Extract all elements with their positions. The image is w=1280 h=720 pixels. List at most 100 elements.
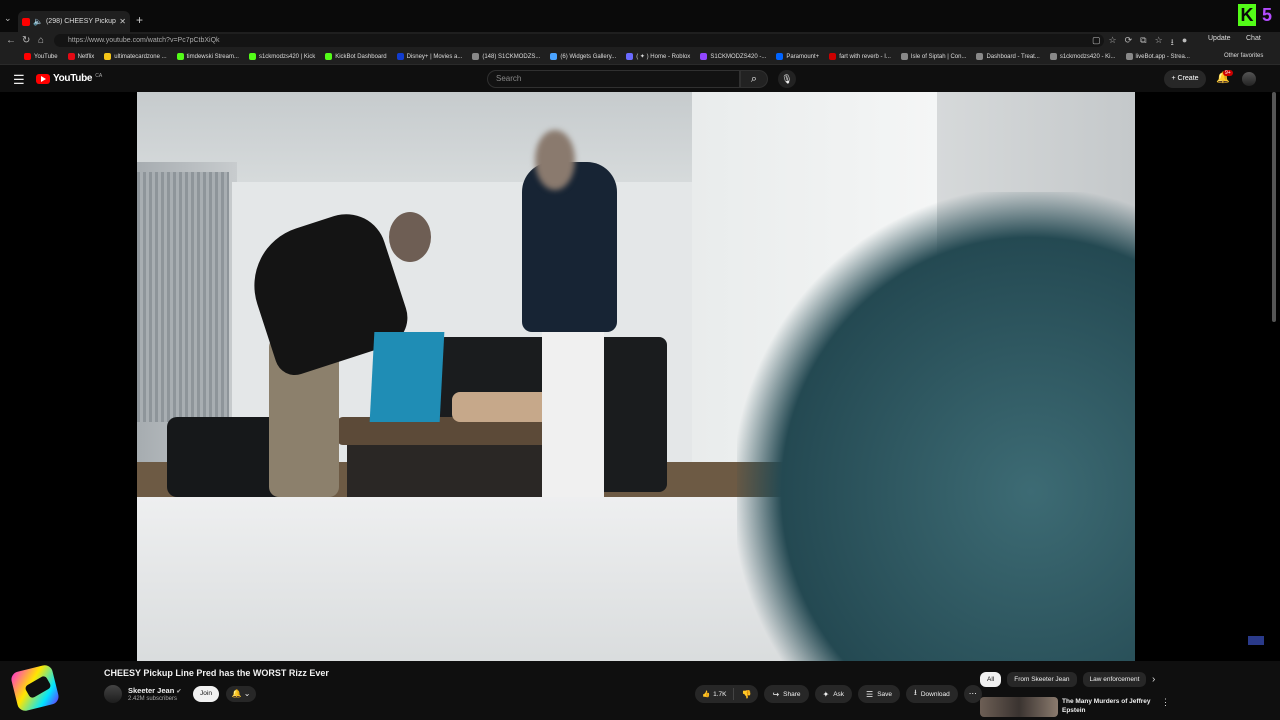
- bookmark-label: ( ✦ ) Home - Roblox: [636, 54, 691, 60]
- youtube-header: ☰ YouTube CA Search ⌕ 🎙 + Create 🔔 9+: [0, 66, 1280, 92]
- bookmark-item[interactable]: Isle of Siptah | Con...: [900, 53, 967, 60]
- player-letterbox-right: [1135, 92, 1280, 661]
- bookmark-favicon-icon: [550, 53, 558, 60]
- download-button[interactable]: ⭳ Download: [906, 685, 958, 703]
- bookmark-favicon-icon: [1049, 53, 1057, 60]
- bookmark-item[interactable]: YouTube: [24, 53, 58, 60]
- subscription-bell-button[interactable]: 🔔 ⌄: [226, 686, 256, 702]
- share-label: Share: [783, 690, 801, 698]
- bookmark-label: Netflix: [77, 53, 95, 60]
- bookmark-favicon-icon: [104, 53, 112, 60]
- create-button[interactable]: + Create: [1164, 70, 1206, 88]
- update-button[interactable]: Update: [1208, 35, 1231, 42]
- bookmark-favicon-icon: [700, 53, 708, 60]
- url-field[interactable]: https://www.youtube.com/watch?v=Pc7pCtbX…: [54, 34, 1104, 47]
- bookmark-favicon-icon: [472, 53, 480, 60]
- country-code: CA: [95, 72, 103, 79]
- scene-man-head: [389, 212, 431, 262]
- chevron-right-icon[interactable]: ›: [1152, 674, 1155, 685]
- refresh-icon[interactable]: ↻: [22, 35, 30, 46]
- player-letterbox-left: [0, 92, 137, 661]
- bookmark-item[interactable]: fart with reverb - I...: [829, 53, 891, 60]
- new-tab-icon[interactable]: +: [136, 13, 143, 27]
- bookmark-favicon-icon: [976, 53, 984, 60]
- verified-check-icon: ✔: [176, 689, 182, 695]
- badge-letter-5: 5: [1261, 5, 1272, 25]
- join-button[interactable]: Join: [193, 686, 219, 702]
- scene-woman-legs: [542, 302, 604, 507]
- bookmark-item[interactable]: (6) Widgets Gallery...: [550, 53, 616, 60]
- create-label: Create: [1177, 75, 1199, 82]
- bookmark-label: s1ckmodzs420 | Kick: [258, 53, 316, 60]
- tab-title: (298) CHEESY Pickup Line Pred: [45, 18, 116, 25]
- search-icon[interactable]: ⌕: [740, 70, 768, 88]
- recommended-video-title[interactable]: The Many Murders of Jeffrey Epstein: [1062, 697, 1158, 715]
- hamburger-menu-icon[interactable]: ☰: [13, 72, 25, 88]
- ask-label: Ask: [833, 690, 845, 698]
- video-player[interactable]: [137, 92, 1135, 661]
- like-dislike-group: 👍 1.7K 👎: [695, 685, 759, 703]
- bookmark-label: Paramount+: [786, 53, 820, 60]
- home-icon[interactable]: ⌂: [38, 35, 44, 46]
- bookmark-item[interactable]: timdewski Stream...: [176, 53, 239, 60]
- video-title: CHEESY Pickup Line Pred has the WORST Ri…: [104, 668, 329, 678]
- audio-playing-icon[interactable]: 🔈: [33, 17, 43, 26]
- bookmark-item[interactable]: S1CKMODZS420 -...: [700, 53, 766, 60]
- like-button[interactable]: 👍 1.7K: [695, 688, 735, 700]
- bookmark-item[interactable]: s1ckmodzs420 | Kick: [248, 53, 316, 60]
- download-label: Download: [920, 690, 950, 698]
- thumb-up-icon: 👍: [702, 691, 711, 698]
- bookmark-item[interactable]: ( ✦ ) Home - Roblox: [626, 53, 690, 60]
- voice-search-icon[interactable]: 🎙: [778, 70, 796, 88]
- bookmark-item[interactable]: liveBot.app - Strea...: [1125, 53, 1190, 60]
- bookmark-item[interactable]: Paramount+: [776, 53, 819, 60]
- scene-table-base: [347, 442, 557, 502]
- scene-window-blinds: [137, 172, 229, 422]
- account-avatar[interactable]: [1242, 72, 1256, 86]
- playlist-add-icon: ☰: [866, 689, 874, 699]
- subscriber-count: 2.42M subscribers: [128, 696, 178, 702]
- copilot-chat-button[interactable]: Chat: [1246, 35, 1261, 42]
- bookmark-item[interactable]: s1ckmodzs420 - Ki...: [1049, 53, 1116, 60]
- bookmark-item[interactable]: (148) S1CKMODZS...: [472, 53, 540, 60]
- bookmark-favicon-icon: [248, 53, 256, 60]
- bookmark-favicon-icon: [626, 53, 634, 60]
- channel-avatar[interactable]: [104, 685, 122, 703]
- share-button[interactable]: ↪ Share: [764, 685, 809, 703]
- chip-all[interactable]: All: [980, 672, 1002, 687]
- back-icon[interactable]: ←: [6, 35, 16, 46]
- kebab-menu-icon[interactable]: ⋮: [1161, 697, 1170, 708]
- save-button[interactable]: ☰ Save: [858, 685, 901, 703]
- bookmark-item[interactable]: Disney+ | Movies a...: [396, 53, 462, 60]
- page-scrollbar[interactable]: [1272, 92, 1276, 322]
- bookmark-item[interactable]: KickBot Dashboard: [325, 53, 387, 60]
- bookmark-label: fart with reverb - I...: [839, 53, 891, 60]
- bookmark-favicon-icon: [24, 53, 31, 60]
- bookmarks-bar: YouTube Netflix ultimatecardzone ... timdew…: [0, 49, 1280, 65]
- youtube-play-logo-icon: [36, 73, 50, 84]
- browser-tab-youtube[interactable]: 🔈 (298) CHEESY Pickup Line Pred ✕: [18, 11, 130, 32]
- bookmark-label: Isle of Siptah | Con...: [910, 53, 967, 60]
- bookmark-item[interactable]: Dashboard - Treat...: [976, 53, 1040, 60]
- dislike-button[interactable]: 👎: [734, 690, 758, 699]
- recommendation-chips: All From Skeeter Jean Law enforcement: [980, 672, 1147, 687]
- bookmark-item[interactable]: ultimatecardzone ...: [104, 53, 167, 60]
- chip-law-enforcement[interactable]: Law enforcement: [1082, 672, 1147, 687]
- youtube-favicon-icon: [22, 17, 30, 26]
- bookmark-item[interactable]: Netflix: [67, 53, 95, 60]
- channel-name-row[interactable]: Skeeter Jean ✔: [128, 686, 181, 695]
- bookmark-favicon-icon: [67, 53, 75, 60]
- bookmark-favicon-icon: [900, 53, 908, 60]
- bookmark-label: liveBot.app - Strea...: [1135, 53, 1190, 60]
- recommended-video-thumbnail[interactable]: [980, 697, 1058, 717]
- ask-button[interactable]: ✦ Ask: [814, 685, 853, 703]
- tab-list-chevron-icon[interactable]: ⌄: [4, 13, 16, 25]
- close-tab-icon[interactable]: ✕: [119, 17, 126, 26]
- youtube-logo[interactable]: YouTube CA: [36, 73, 102, 84]
- chip-from-channel[interactable]: From Skeeter Jean: [1007, 672, 1077, 687]
- search-input[interactable]: Search: [487, 70, 740, 88]
- scene-woman-blurred-face: [535, 130, 575, 190]
- other-favorites-folder[interactable]: Other favorites: [1224, 53, 1263, 59]
- bookmark-label: KickBot Dashboard: [335, 53, 387, 60]
- channel-name[interactable]: Skeeter Jean: [128, 686, 174, 695]
